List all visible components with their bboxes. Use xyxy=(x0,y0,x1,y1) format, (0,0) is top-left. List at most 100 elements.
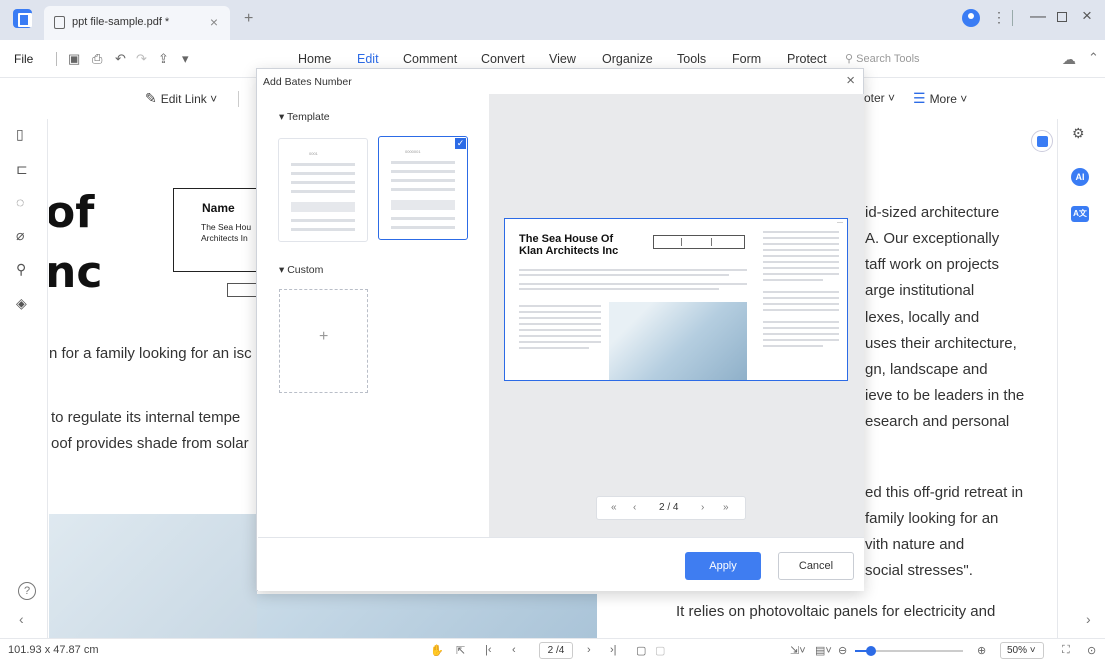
search-icon[interactable]: ⚲ xyxy=(16,261,26,278)
undo-icon[interactable]: ↶ xyxy=(115,51,126,67)
preview-page-indicator: 2 / 4 xyxy=(659,502,679,513)
menu-convert[interactable]: Convert xyxy=(481,52,525,66)
chevron-right-icon[interactable]: › xyxy=(1086,611,1091,627)
share-icon[interactable]: ⇪ xyxy=(158,51,169,67)
help-icon[interactable]: ? xyxy=(18,582,36,600)
redo-icon[interactable]: ↷ xyxy=(136,51,147,67)
maximize-icon[interactable] xyxy=(1057,12,1067,22)
document-text-line: gn, landscape and xyxy=(865,361,988,378)
preview-text-line xyxy=(519,288,719,290)
settings-icon[interactable]: ⊙ xyxy=(1087,644,1096,657)
search-tools-input[interactable]: ⚲ Search Tools xyxy=(845,52,920,65)
new-tab-button[interactable]: + xyxy=(244,10,253,28)
next-page-button[interactable]: › xyxy=(701,502,704,513)
template-block xyxy=(391,200,455,210)
bookmark-icon[interactable]: ⊏ xyxy=(16,161,28,178)
edit-link-button[interactable]: ✎ Edit Link ˅ xyxy=(145,90,217,107)
preview-text-line xyxy=(519,269,747,271)
menu-view[interactable]: View xyxy=(549,52,576,66)
search-tools-placeholder: Search Tools xyxy=(856,53,920,65)
dialog-title: Add Bates Number xyxy=(263,76,352,88)
template-line xyxy=(291,163,355,166)
menu-organize[interactable]: Organize xyxy=(602,52,653,66)
more-button[interactable]: ☰ More ˅ xyxy=(913,90,967,107)
menu-protect[interactable]: Protect xyxy=(787,52,827,66)
previous-page-button[interactable]: ‹ xyxy=(633,502,636,513)
template-line xyxy=(391,226,455,229)
more-options-icon[interactable]: ⋮ xyxy=(992,9,1006,26)
last-page-icon[interactable]: ›| xyxy=(610,644,617,656)
preview-text-line xyxy=(763,321,839,323)
preview-table-cell xyxy=(656,238,682,246)
menu-form[interactable]: Form xyxy=(732,52,761,66)
properties-icon[interactable]: ⚙ xyxy=(1072,125,1085,142)
title-bar: ppt file-sample.pdf * × + ⋮ — × xyxy=(0,0,1105,40)
menu-tools[interactable]: Tools xyxy=(677,52,706,66)
add-custom-template-button[interactable]: + xyxy=(279,289,368,393)
header-footer-button[interactable]: oter ˅ xyxy=(864,91,895,105)
preview-text-line xyxy=(763,333,839,335)
print-icon[interactable]: ⎙ xyxy=(92,51,102,67)
template-block xyxy=(291,202,355,212)
fullscreen-icon[interactable]: ⛶ xyxy=(1062,644,1070,657)
next-page-icon[interactable]: › xyxy=(587,644,591,656)
attachment-icon[interactable]: ⌀ xyxy=(16,227,24,244)
close-tab-icon[interactable]: × xyxy=(210,14,218,30)
preview-text-line xyxy=(519,317,601,319)
zoom-slider[interactable] xyxy=(855,646,963,656)
menu-comment[interactable]: Comment xyxy=(403,52,457,66)
first-page-button[interactable]: « xyxy=(611,502,617,513)
last-page-button[interactable]: » xyxy=(723,502,729,513)
preview-panel: — The Sea House Of Klan Architects Inc «… xyxy=(489,94,864,537)
template-card[interactable]: 0001 xyxy=(278,138,368,242)
save-icon[interactable]: ▣ xyxy=(68,51,80,67)
menu-edit[interactable]: Edit xyxy=(357,52,379,66)
apply-button[interactable]: Apply xyxy=(685,552,761,580)
ai-assistant-icon[interactable]: AI xyxy=(1071,168,1089,186)
building-image xyxy=(257,594,597,638)
customize-dropdown-icon[interactable]: ▾ xyxy=(182,51,189,67)
translate-icon[interactable] xyxy=(1031,130,1053,152)
first-page-icon[interactable]: |‹ xyxy=(485,644,492,656)
page-number-input[interactable]: 2 /4 xyxy=(539,642,573,659)
close-window-icon[interactable]: × xyxy=(1082,6,1092,26)
preview-text-line xyxy=(763,297,839,299)
preview-text-line xyxy=(519,323,601,325)
layers-icon[interactable]: ◈ xyxy=(16,295,27,312)
double-page-icon[interactable]: ▢ xyxy=(655,644,665,657)
preview-text-line xyxy=(763,249,839,251)
cancel-button[interactable]: Cancel xyxy=(778,552,854,580)
fit-page-icon[interactable]: ⇲˅ xyxy=(790,644,806,657)
page-thumbnail-icon[interactable]: ▯ xyxy=(16,126,24,143)
zoom-in-icon[interactable]: ⊕ xyxy=(977,644,986,657)
user-avatar[interactable] xyxy=(962,9,980,27)
preview-text-line xyxy=(763,339,839,341)
single-page-icon[interactable]: ▢ xyxy=(636,644,646,657)
template-line xyxy=(391,179,455,182)
menu-home[interactable]: Home xyxy=(298,52,331,66)
preview-text-line xyxy=(763,273,839,275)
cloud-upload-icon[interactable]: ☁ xyxy=(1062,51,1076,68)
zoom-level-select[interactable]: 50% ˅ xyxy=(1000,642,1044,659)
collapse-ribbon-icon[interactable]: ⌃ xyxy=(1088,50,1099,66)
document-text-line: lexes, locally and xyxy=(865,309,980,326)
comment-icon[interactable]: ◌ xyxy=(16,194,24,210)
previous-page-icon[interactable]: ‹ xyxy=(512,644,516,656)
translate-panel-icon[interactable]: A文 xyxy=(1071,206,1089,222)
zoom-slider-handle[interactable] xyxy=(866,646,877,656)
chevron-left-icon[interactable]: ‹ xyxy=(19,611,24,627)
zoom-out-icon[interactable]: ⊖ xyxy=(838,644,847,657)
document-tab[interactable]: ppt file-sample.pdf * × xyxy=(44,6,230,40)
preview-table-cell xyxy=(686,238,712,246)
minimize-icon[interactable]: — xyxy=(1030,8,1046,26)
dialog-footer: Apply Cancel xyxy=(258,537,864,591)
close-dialog-icon[interactable]: × xyxy=(846,72,855,89)
select-tool-icon[interactable]: ⇱ xyxy=(456,644,465,657)
hand-tool-icon[interactable]: ✋ xyxy=(430,644,444,657)
template-card-selected[interactable]: ✓ 0000001 xyxy=(378,136,468,240)
preview-text-line xyxy=(763,267,839,269)
right-sidebar: ⚙ AI A文 xyxy=(1057,119,1105,638)
reading-mode-icon[interactable]: ▤˅ xyxy=(815,644,832,657)
preview-text-line xyxy=(763,237,839,239)
file-menu[interactable]: File xyxy=(14,52,33,66)
